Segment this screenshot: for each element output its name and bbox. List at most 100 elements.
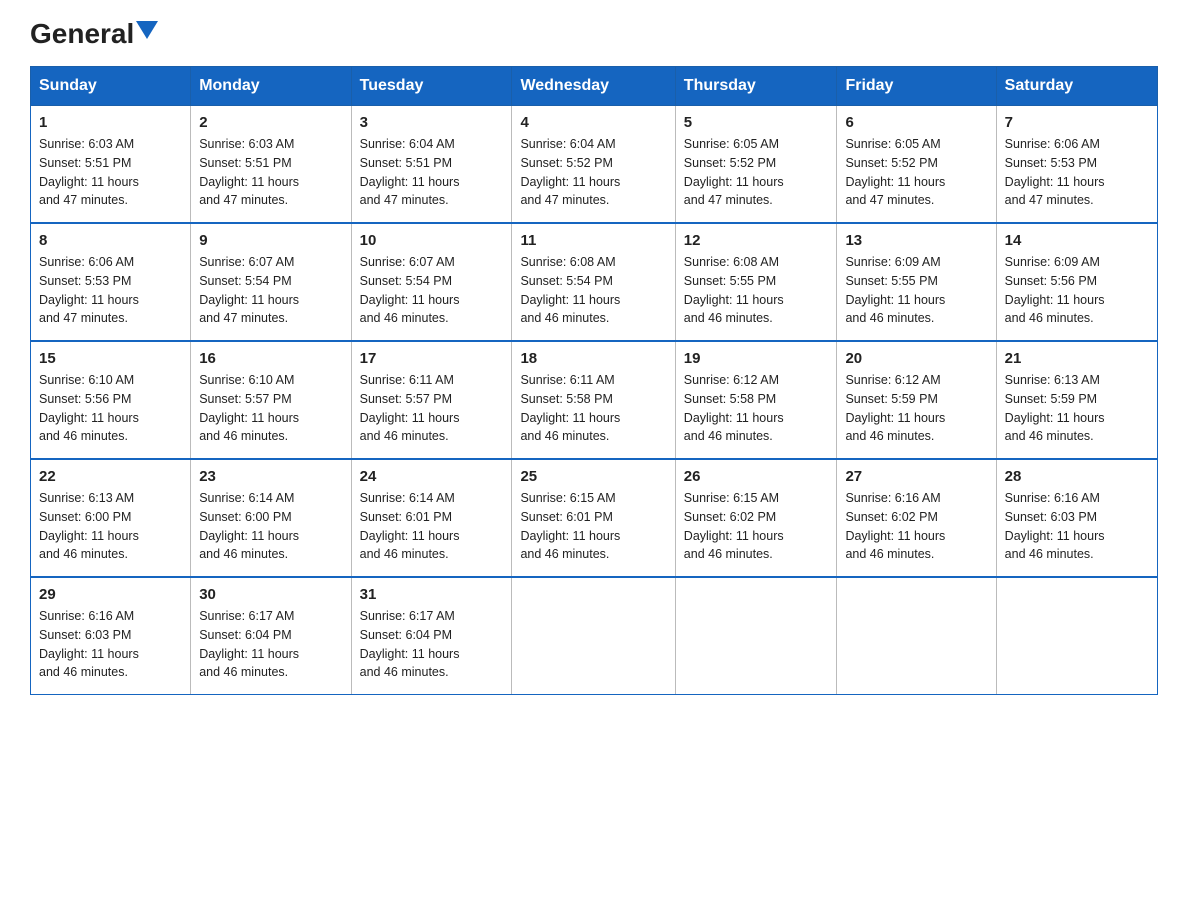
day-number: 11: [520, 232, 666, 249]
day-number: 31: [360, 586, 504, 603]
day-info: Sunrise: 6:12 AM Sunset: 5:59 PM Dayligh…: [845, 371, 987, 446]
col-header-monday: Monday: [191, 67, 351, 106]
calendar-day-cell: 20 Sunrise: 6:12 AM Sunset: 5:59 PM Dayl…: [837, 341, 996, 459]
calendar-day-cell: 25 Sunrise: 6:15 AM Sunset: 6:01 PM Dayl…: [512, 459, 675, 577]
day-info: Sunrise: 6:08 AM Sunset: 5:54 PM Dayligh…: [520, 253, 666, 328]
calendar-day-cell: 15 Sunrise: 6:10 AM Sunset: 5:56 PM Dayl…: [31, 341, 191, 459]
day-info: Sunrise: 6:03 AM Sunset: 5:51 PM Dayligh…: [199, 135, 342, 210]
day-info: Sunrise: 6:05 AM Sunset: 5:52 PM Dayligh…: [684, 135, 829, 210]
calendar-day-cell: 12 Sunrise: 6:08 AM Sunset: 5:55 PM Dayl…: [675, 223, 837, 341]
day-number: 20: [845, 350, 987, 367]
calendar-day-cell: 14 Sunrise: 6:09 AM Sunset: 5:56 PM Dayl…: [996, 223, 1157, 341]
calendar-day-cell: 18 Sunrise: 6:11 AM Sunset: 5:58 PM Dayl…: [512, 341, 675, 459]
day-info: Sunrise: 6:17 AM Sunset: 6:04 PM Dayligh…: [199, 607, 342, 682]
calendar-day-cell: 22 Sunrise: 6:13 AM Sunset: 6:00 PM Dayl…: [31, 459, 191, 577]
day-number: 27: [845, 468, 987, 485]
day-info: Sunrise: 6:16 AM Sunset: 6:03 PM Dayligh…: [39, 607, 182, 682]
day-info: Sunrise: 6:10 AM Sunset: 5:56 PM Dayligh…: [39, 371, 182, 446]
day-number: 7: [1005, 114, 1149, 131]
calendar-day-cell: 23 Sunrise: 6:14 AM Sunset: 6:00 PM Dayl…: [191, 459, 351, 577]
day-info: Sunrise: 6:06 AM Sunset: 5:53 PM Dayligh…: [1005, 135, 1149, 210]
day-number: 8: [39, 232, 182, 249]
day-number: 21: [1005, 350, 1149, 367]
day-info: Sunrise: 6:16 AM Sunset: 6:03 PM Dayligh…: [1005, 489, 1149, 564]
calendar-table: SundayMondayTuesdayWednesdayThursdayFrid…: [30, 66, 1158, 695]
day-info: Sunrise: 6:03 AM Sunset: 5:51 PM Dayligh…: [39, 135, 182, 210]
col-header-sunday: Sunday: [31, 67, 191, 106]
day-info: Sunrise: 6:04 AM Sunset: 5:52 PM Dayligh…: [520, 135, 666, 210]
col-header-tuesday: Tuesday: [351, 67, 512, 106]
day-info: Sunrise: 6:12 AM Sunset: 5:58 PM Dayligh…: [684, 371, 829, 446]
day-number: 6: [845, 114, 987, 131]
calendar-day-cell: 7 Sunrise: 6:06 AM Sunset: 5:53 PM Dayli…: [996, 106, 1157, 224]
calendar-day-cell: 19 Sunrise: 6:12 AM Sunset: 5:58 PM Dayl…: [675, 341, 837, 459]
day-number: 3: [360, 114, 504, 131]
day-number: 16: [199, 350, 342, 367]
calendar-week-row: 15 Sunrise: 6:10 AM Sunset: 5:56 PM Dayl…: [31, 341, 1158, 459]
calendar-day-cell: 6 Sunrise: 6:05 AM Sunset: 5:52 PM Dayli…: [837, 106, 996, 224]
day-number: 10: [360, 232, 504, 249]
page-header: General: [30, 20, 1158, 46]
calendar-day-cell: [512, 577, 675, 695]
day-number: 18: [520, 350, 666, 367]
day-number: 12: [684, 232, 829, 249]
logo-text-general: General: [30, 20, 134, 48]
calendar-day-cell: 21 Sunrise: 6:13 AM Sunset: 5:59 PM Dayl…: [996, 341, 1157, 459]
day-info: Sunrise: 6:14 AM Sunset: 6:01 PM Dayligh…: [360, 489, 504, 564]
logo-arrow-icon: [136, 21, 158, 41]
calendar-day-cell: 30 Sunrise: 6:17 AM Sunset: 6:04 PM Dayl…: [191, 577, 351, 695]
calendar-day-cell: 31 Sunrise: 6:17 AM Sunset: 6:04 PM Dayl…: [351, 577, 512, 695]
calendar-day-cell: 5 Sunrise: 6:05 AM Sunset: 5:52 PM Dayli…: [675, 106, 837, 224]
calendar-day-cell: 4 Sunrise: 6:04 AM Sunset: 5:52 PM Dayli…: [512, 106, 675, 224]
day-number: 28: [1005, 468, 1149, 485]
calendar-day-cell: 2 Sunrise: 6:03 AM Sunset: 5:51 PM Dayli…: [191, 106, 351, 224]
day-info: Sunrise: 6:08 AM Sunset: 5:55 PM Dayligh…: [684, 253, 829, 328]
day-number: 25: [520, 468, 666, 485]
day-info: Sunrise: 6:16 AM Sunset: 6:02 PM Dayligh…: [845, 489, 987, 564]
day-info: Sunrise: 6:07 AM Sunset: 5:54 PM Dayligh…: [360, 253, 504, 328]
calendar-week-row: 22 Sunrise: 6:13 AM Sunset: 6:00 PM Dayl…: [31, 459, 1158, 577]
calendar-day-cell: 8 Sunrise: 6:06 AM Sunset: 5:53 PM Dayli…: [31, 223, 191, 341]
calendar-day-cell: 9 Sunrise: 6:07 AM Sunset: 5:54 PM Dayli…: [191, 223, 351, 341]
day-info: Sunrise: 6:14 AM Sunset: 6:00 PM Dayligh…: [199, 489, 342, 564]
day-info: Sunrise: 6:09 AM Sunset: 5:56 PM Dayligh…: [1005, 253, 1149, 328]
day-info: Sunrise: 6:17 AM Sunset: 6:04 PM Dayligh…: [360, 607, 504, 682]
calendar-day-cell: [675, 577, 837, 695]
calendar-week-row: 1 Sunrise: 6:03 AM Sunset: 5:51 PM Dayli…: [31, 106, 1158, 224]
col-header-wednesday: Wednesday: [512, 67, 675, 106]
calendar-week-row: 8 Sunrise: 6:06 AM Sunset: 5:53 PM Dayli…: [31, 223, 1158, 341]
day-number: 15: [39, 350, 182, 367]
day-number: 13: [845, 232, 987, 249]
calendar-day-cell: 1 Sunrise: 6:03 AM Sunset: 5:51 PM Dayli…: [31, 106, 191, 224]
day-number: 24: [360, 468, 504, 485]
calendar-day-cell: 3 Sunrise: 6:04 AM Sunset: 5:51 PM Dayli…: [351, 106, 512, 224]
col-header-friday: Friday: [837, 67, 996, 106]
day-number: 26: [684, 468, 829, 485]
calendar-day-cell: 10 Sunrise: 6:07 AM Sunset: 5:54 PM Dayl…: [351, 223, 512, 341]
day-info: Sunrise: 6:11 AM Sunset: 5:58 PM Dayligh…: [520, 371, 666, 446]
calendar-header-row: SundayMondayTuesdayWednesdayThursdayFrid…: [31, 67, 1158, 106]
col-header-saturday: Saturday: [996, 67, 1157, 106]
day-info: Sunrise: 6:09 AM Sunset: 5:55 PM Dayligh…: [845, 253, 987, 328]
day-number: 5: [684, 114, 829, 131]
day-number: 29: [39, 586, 182, 603]
calendar-day-cell: 11 Sunrise: 6:08 AM Sunset: 5:54 PM Dayl…: [512, 223, 675, 341]
day-number: 17: [360, 350, 504, 367]
calendar-day-cell: 27 Sunrise: 6:16 AM Sunset: 6:02 PM Dayl…: [837, 459, 996, 577]
calendar-day-cell: 17 Sunrise: 6:11 AM Sunset: 5:57 PM Dayl…: [351, 341, 512, 459]
day-info: Sunrise: 6:13 AM Sunset: 5:59 PM Dayligh…: [1005, 371, 1149, 446]
day-number: 2: [199, 114, 342, 131]
day-number: 23: [199, 468, 342, 485]
calendar-day-cell: 16 Sunrise: 6:10 AM Sunset: 5:57 PM Dayl…: [191, 341, 351, 459]
day-info: Sunrise: 6:13 AM Sunset: 6:00 PM Dayligh…: [39, 489, 182, 564]
day-number: 1: [39, 114, 182, 131]
col-header-thursday: Thursday: [675, 67, 837, 106]
calendar-day-cell: [837, 577, 996, 695]
day-number: 14: [1005, 232, 1149, 249]
day-info: Sunrise: 6:07 AM Sunset: 5:54 PM Dayligh…: [199, 253, 342, 328]
day-info: Sunrise: 6:11 AM Sunset: 5:57 PM Dayligh…: [360, 371, 504, 446]
calendar-day-cell: [996, 577, 1157, 695]
day-number: 30: [199, 586, 342, 603]
day-info: Sunrise: 6:15 AM Sunset: 6:02 PM Dayligh…: [684, 489, 829, 564]
logo: General: [30, 20, 158, 46]
